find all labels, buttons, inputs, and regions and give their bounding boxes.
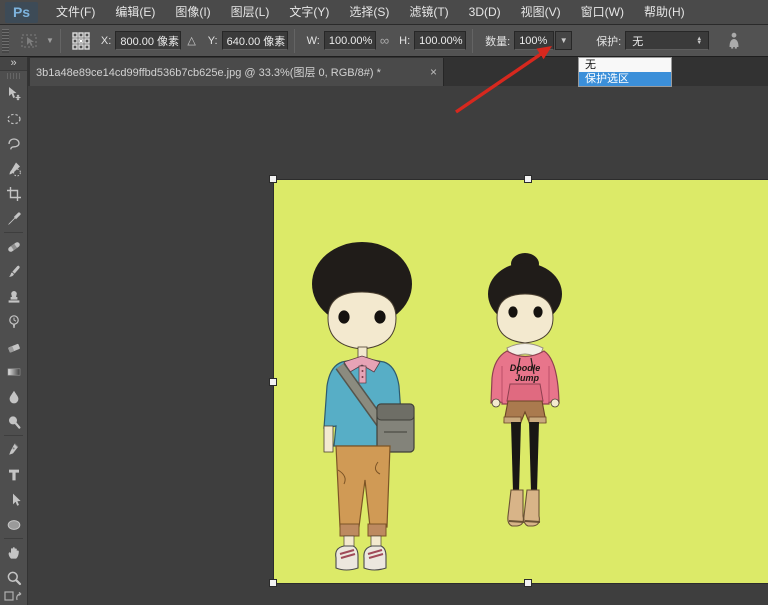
- move-tool[interactable]: [0, 81, 28, 106]
- y-value: 640.00 像素: [227, 33, 286, 49]
- height-input[interactable]: 100.00%: [414, 31, 466, 50]
- menu-filter[interactable]: 滤镜(T): [399, 0, 458, 25]
- hoodie-text-line2: Jump: [515, 373, 540, 383]
- pen-tool[interactable]: [0, 437, 28, 462]
- menu-type[interactable]: 文字(Y): [279, 0, 339, 25]
- width-label: W:: [307, 35, 320, 47]
- girl-figure: Doodle Jump: [488, 253, 562, 526]
- reference-grid-icon: [71, 31, 91, 51]
- divider: [4, 232, 23, 233]
- hoodie-text-line1: Doodle: [510, 363, 541, 373]
- menu-select[interactable]: 选择(S): [339, 0, 399, 25]
- relative-positioning-button[interactable]: △: [187, 34, 195, 47]
- protect-option-none[interactable]: 无: [579, 58, 671, 72]
- protect-option-selection[interactable]: 保护选区: [579, 72, 671, 86]
- amount-label: 数量:: [485, 33, 510, 49]
- reference-point-locator[interactable]: [71, 31, 91, 51]
- amount-input[interactable]: 100%: [514, 31, 554, 50]
- transform-handle-top-left[interactable]: [269, 175, 277, 183]
- shape-tool[interactable]: [0, 512, 28, 537]
- options-bar: ▼ X: 800.00 像素 △ Y: 640.00 像素 W: 100.00%…: [0, 25, 768, 57]
- x-input[interactable]: 800.00 像素: [115, 31, 181, 50]
- divider: [4, 435, 23, 436]
- document-tab[interactable]: 3b1a48e89ce14cd99ffbd536b7cb625e.jpg @ 3…: [30, 58, 444, 86]
- amount-value: 100%: [519, 35, 547, 47]
- menu-window[interactable]: 窗口(W): [571, 0, 634, 25]
- transform-handle-middle-left[interactable]: [269, 378, 277, 386]
- maintain-aspect-ratio-icon[interactable]: ∞: [380, 33, 389, 48]
- width-value: 100.00%: [329, 35, 372, 47]
- path-select-tool[interactable]: [0, 487, 28, 512]
- tool-preset-picker[interactable]: ▼: [19, 32, 54, 50]
- transform-handle-bottom-left[interactable]: [269, 579, 277, 587]
- x-label: X:: [101, 35, 111, 47]
- menu-view[interactable]: 视图(V): [511, 0, 571, 25]
- cartoon-artwork: Doodle Jump: [274, 180, 768, 583]
- protect-dropdown-menu: 无 保护选区: [578, 57, 672, 87]
- transform-handle-top-center[interactable]: [524, 175, 532, 183]
- photoshop-window: Ps 文件(F) 编辑(E) 图像(I) 图层(L) 文字(Y) 选择(S) 滤…: [0, 0, 768, 605]
- transform-tool-icon: [19, 32, 43, 50]
- marquee-tool[interactable]: [0, 106, 28, 131]
- height-label: H:: [399, 35, 410, 47]
- y-label: Y:: [208, 35, 218, 47]
- document-title: 3b1a48e89ce14cd99ffbd536b7cb625e.jpg @ 3…: [36, 64, 424, 80]
- menu-bar: Ps 文件(F) 编辑(E) 图像(I) 图层(L) 文字(Y) 选择(S) 滤…: [0, 0, 768, 25]
- menu-layer[interactable]: 图层(L): [221, 0, 280, 25]
- x-value: 800.00 像素: [120, 33, 179, 49]
- menu-file[interactable]: 文件(F): [46, 0, 105, 25]
- lasso-tool[interactable]: [0, 131, 28, 156]
- chevron-down-icon: ▼: [560, 36, 568, 45]
- quick-select-tool[interactable]: [0, 156, 28, 181]
- options-bar-grip[interactable]: [2, 29, 9, 53]
- tools-panel: »: [0, 57, 28, 605]
- spot-healing-tool[interactable]: [0, 234, 28, 259]
- document-image[interactable]: Doodle Jump: [274, 180, 768, 583]
- panel-grip: [7, 73, 20, 79]
- clone-stamp-tool[interactable]: [0, 284, 28, 309]
- person-icon: [727, 32, 741, 49]
- app-logo[interactable]: Ps: [5, 2, 38, 23]
- protect-selected-value: 无: [632, 33, 643, 49]
- menu-image[interactable]: 图像(I): [165, 0, 220, 25]
- protect-skin-tones-button[interactable]: [727, 32, 741, 49]
- divider: [60, 29, 61, 53]
- eraser-tool[interactable]: [0, 334, 28, 359]
- protect-label: 保护:: [596, 33, 621, 49]
- screen-mode-icons[interactable]: [0, 590, 28, 604]
- brush-tool[interactable]: [0, 259, 28, 284]
- crop-tool[interactable]: [0, 181, 28, 206]
- collapse-panel-button[interactable]: »: [0, 57, 27, 71]
- zoom-tool[interactable]: [0, 565, 28, 590]
- transform-handle-bottom-center[interactable]: [524, 579, 532, 587]
- hand-tool[interactable]: [0, 540, 28, 565]
- amount-dropdown-button[interactable]: ▼: [555, 31, 572, 50]
- canvas-area[interactable]: Doodle Jump: [28, 86, 768, 605]
- type-tool[interactable]: [0, 462, 28, 487]
- blur-tool[interactable]: [0, 384, 28, 409]
- dodge-tool[interactable]: [0, 409, 28, 434]
- gradient-tool[interactable]: [0, 359, 28, 384]
- protect-select[interactable]: 无 ▲▼: [625, 31, 709, 50]
- divider: [294, 29, 295, 53]
- menu-3d[interactable]: 3D(D): [459, 0, 511, 25]
- y-input[interactable]: 640.00 像素: [222, 31, 288, 50]
- menu-edit[interactable]: 编辑(E): [105, 0, 165, 25]
- close-icon[interactable]: ×: [430, 65, 437, 79]
- updown-arrows-icon: ▲▼: [696, 37, 702, 45]
- divider: [4, 538, 23, 539]
- chevron-down-icon: ▼: [46, 36, 54, 45]
- divider: [472, 29, 473, 53]
- boy-figure: [312, 242, 414, 570]
- height-value: 100.00%: [419, 35, 462, 47]
- eyedropper-tool[interactable]: [0, 206, 28, 231]
- menu-help[interactable]: 帮助(H): [634, 0, 695, 25]
- width-input[interactable]: 100.00%: [324, 31, 376, 50]
- history-brush-tool[interactable]: [0, 309, 28, 334]
